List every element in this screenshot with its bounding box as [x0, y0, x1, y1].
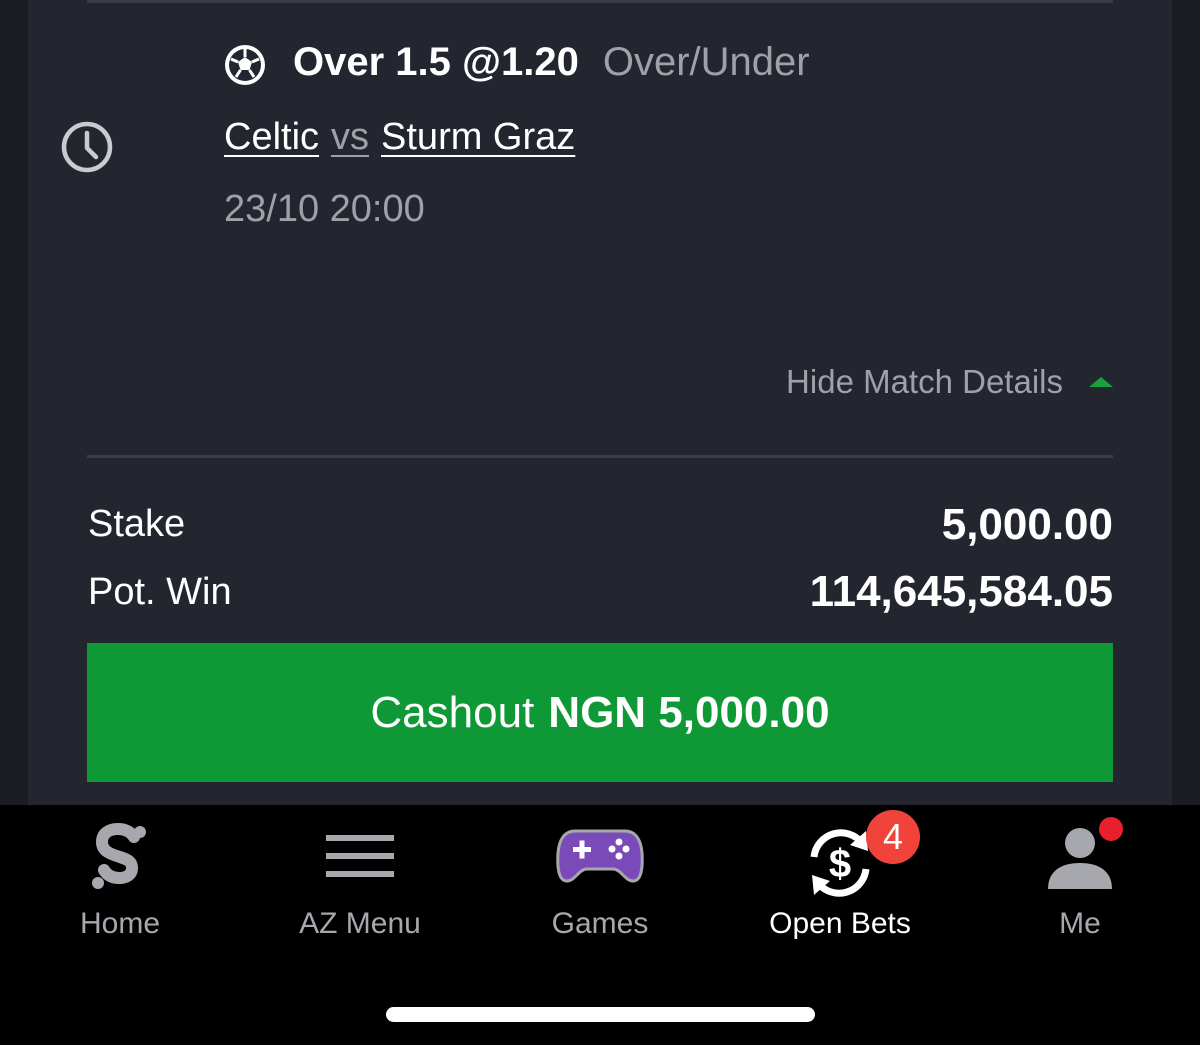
vs-text: vs: [331, 116, 370, 158]
nav-az-menu[interactable]: AZ Menu: [240, 805, 480, 965]
stake-value: 5,000.00: [941, 500, 1113, 549]
cashout-amount: NGN 5,000.00: [548, 687, 830, 737]
clock-icon: [61, 121, 113, 173]
home-team[interactable]: Celtic: [224, 116, 319, 158]
nav-me[interactable]: Me: [960, 805, 1200, 965]
open-bets-count-badge: 4: [866, 810, 920, 864]
bet-details-screen: Over 1.5 @1.20 Over/Under Celtic vs Sturm …: [0, 0, 1200, 1045]
toggle-label: Hide Match Details: [786, 363, 1063, 400]
nav-az-menu-label: AZ Menu: [299, 907, 421, 940]
pick-odds: Over 1.5 @1.20: [293, 40, 579, 84]
match-link[interactable]: Celtic vs Sturm Graz: [224, 116, 575, 159]
gamepad-icon: [556, 829, 644, 883]
pot-win-value: 114,645,584.05: [809, 567, 1113, 616]
away-team[interactable]: Sturm Graz: [381, 116, 575, 158]
notification-dot: [1099, 817, 1123, 841]
nav-open-bets[interactable]: $ Open Bets: [720, 805, 960, 965]
sporty-s-icon: [92, 823, 146, 889]
selection-line: Over 1.5 @1.20 Over/Under: [293, 40, 810, 90]
cashout-label: Cashout: [370, 687, 535, 737]
hide-match-details-toggle[interactable]: Hide Match Details: [786, 361, 1113, 403]
divider: [87, 455, 1113, 458]
hamburger-menu-icon: [326, 835, 394, 877]
divider: [87, 0, 1113, 3]
soccer-ball-icon: [225, 45, 265, 85]
kickoff-time: 23/10 20:00: [224, 188, 425, 230]
nav-me-label: Me: [1059, 907, 1101, 940]
pot-win-label: Pot. Win: [88, 571, 232, 613]
nav-open-bets-label: Open Bets: [769, 907, 911, 940]
caret-up-icon: [1089, 377, 1113, 387]
cashout-button[interactable]: Cashout NGN 5,000.00: [87, 643, 1113, 782]
stake-label: Stake: [88, 503, 186, 545]
svg-text:$: $: [829, 842, 851, 886]
nav-home-label: Home: [79, 907, 161, 940]
home-indicator[interactable]: [386, 1007, 815, 1022]
nav-home[interactable]: Home: [0, 805, 240, 965]
nav-games[interactable]: Games: [480, 805, 720, 965]
market-name: Over/Under: [602, 40, 810, 84]
nav-games-label: Games: [551, 907, 649, 940]
